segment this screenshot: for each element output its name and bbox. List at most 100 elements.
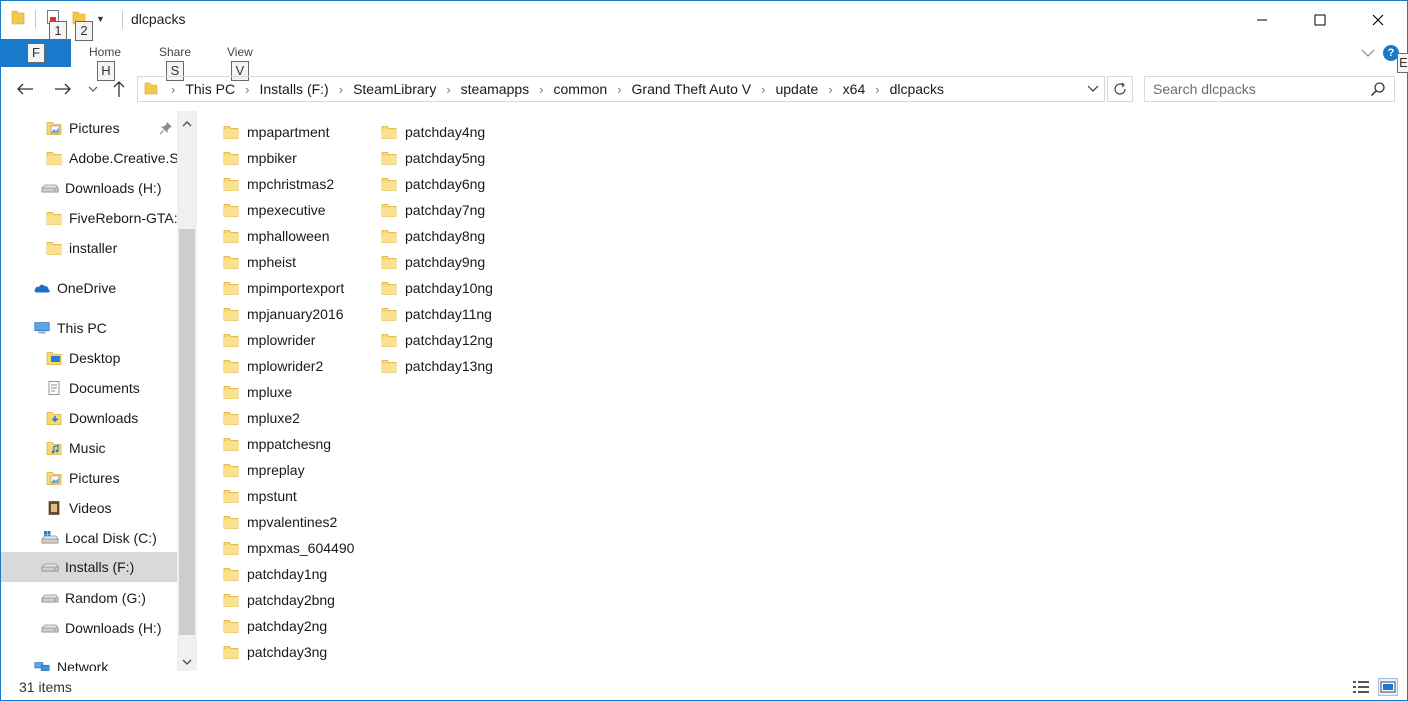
up-button[interactable] [107, 77, 131, 101]
forward-button[interactable] [51, 77, 75, 101]
folder-item[interactable]: patchday12ng [381, 327, 493, 353]
folder-item[interactable]: patchday6ng [381, 171, 485, 197]
sidebar-item-fivereborn-gta[interactable]: FiveReborn-GTA: [1, 203, 177, 233]
chevron-right-icon[interactable]: › [441, 82, 455, 97]
chevron-right-icon[interactable]: › [612, 82, 626, 97]
breadcrumb-item[interactable]: SteamLibrary [348, 81, 441, 97]
folder-item[interactable]: patchday3ng [223, 639, 327, 665]
folder-item[interactable]: mpluxe [223, 379, 292, 405]
folder-item[interactable]: mpvalentines2 [223, 509, 337, 535]
breadcrumb-item[interactable]: update [770, 81, 823, 97]
sidebar-item-random-g[interactable]: Random (G:) [1, 583, 177, 613]
sidebar-item-downloads-h[interactable]: Downloads (H:) [1, 173, 177, 203]
sidebar-item-installer[interactable]: installer [1, 233, 177, 263]
chevron-right-icon[interactable]: › [756, 82, 770, 97]
folder-item[interactable]: mplowrider [223, 327, 315, 353]
folder-item[interactable]: mpxmas_604490 [223, 535, 354, 561]
folder-item[interactable]: mpbiker [223, 145, 297, 171]
folder-item[interactable]: mpstunt [223, 483, 297, 509]
chevron-right-icon[interactable]: › [240, 82, 254, 97]
file-tab[interactable]: F [1, 39, 71, 67]
scroll-up-button[interactable] [177, 113, 197, 135]
folder-item[interactable]: mplowrider2 [223, 353, 323, 379]
refresh-button[interactable] [1107, 76, 1133, 102]
folder-item[interactable]: patchday11ng [381, 301, 492, 327]
breadcrumb-item[interactable]: Grand Theft Auto V [627, 81, 757, 97]
sidebar-item-documents[interactable]: Documents [1, 373, 177, 403]
details-view-button[interactable] [1351, 678, 1371, 696]
expand-ribbon-icon[interactable] [1361, 45, 1375, 61]
folder-name: patchday7ng [405, 202, 486, 218]
search-input[interactable] [1153, 77, 1363, 101]
sidebar-item-network[interactable]: Network [1, 652, 177, 671]
sidebar-item-onedrive[interactable]: OneDrive [1, 273, 177, 303]
chevron-right-icon[interactable]: › [334, 82, 348, 97]
scroll-down-button[interactable] [177, 651, 197, 671]
maximize-button[interactable] [1291, 1, 1349, 39]
navigation-scrollbar[interactable] [177, 111, 197, 671]
chevron-right-icon[interactable]: › [166, 82, 180, 97]
large-icons-view-button[interactable] [1378, 678, 1398, 696]
sidebar-item-desktop[interactable]: Desktop [1, 343, 177, 373]
folder-item[interactable]: patchday2ng [223, 613, 327, 639]
folder-item[interactable]: mpjanuary2016 [223, 301, 344, 327]
sidebar-item-this-pc[interactable]: This PC [1, 313, 177, 343]
tab-view[interactable]: View [227, 45, 253, 59]
breadcrumb-item[interactable]: common [549, 81, 613, 97]
sidebar-item-downloads[interactable]: Downloads [1, 403, 177, 433]
customize-toolbar-icon[interactable]: ▼ [96, 14, 105, 24]
folder-item[interactable]: mpapartment [223, 119, 329, 145]
sidebar-item-pictures[interactable]: Pictures [1, 463, 177, 493]
folder-item[interactable]: patchday2bng [223, 587, 335, 613]
folder-item[interactable]: mpexecutive [223, 197, 326, 223]
folder-item[interactable]: mpimportexport [223, 275, 344, 301]
address-bar[interactable]: › This PC › Installs (F:) › SteamLibrary › stea… [137, 76, 1105, 102]
breadcrumb-item[interactable]: Installs (F:) [254, 81, 333, 97]
search-icon[interactable] [1370, 81, 1386, 100]
folder-item[interactable]: patchday4ng [381, 119, 485, 145]
folder-item[interactable]: patchday1ng [223, 561, 327, 587]
sidebar-item-local-disk-c[interactable]: Local Disk (C:) [1, 523, 177, 553]
folder-name: mpchristmas2 [247, 176, 335, 192]
recent-locations-button[interactable] [83, 77, 103, 101]
folder-item[interactable]: patchday9ng [381, 249, 485, 275]
close-button[interactable] [1349, 1, 1407, 39]
folder-item[interactable]: mpluxe2 [223, 405, 300, 431]
breadcrumb-item[interactable]: This PC [180, 81, 240, 97]
sidebar-item-music[interactable]: Music [1, 433, 177, 463]
sidebar-item-videos[interactable]: Videos [1, 493, 177, 523]
folder-item[interactable]: mpreplay [223, 457, 305, 483]
sidebar-item-label: Downloads (H:) [65, 180, 162, 196]
folder-icon [11, 9, 25, 28]
folder-item[interactable]: patchday13ng [381, 353, 493, 379]
breadcrumb-item[interactable]: dlcpacks [885, 81, 949, 97]
folder-icon [223, 228, 239, 244]
chevron-right-icon[interactable]: › [870, 82, 884, 97]
folder-item[interactable]: patchday5ng [381, 145, 485, 171]
folder-item[interactable]: patchday10ng [381, 275, 493, 301]
folder-icon [381, 332, 397, 348]
folder-item[interactable]: mphalloween [223, 223, 330, 249]
tab-home[interactable]: Home [89, 45, 121, 59]
folder-item[interactable]: mpheist [223, 249, 296, 275]
address-dropdown-button[interactable] [1082, 77, 1104, 101]
sidebar-item-adobe-creative-s[interactable]: Adobe.Creative.S [1, 143, 177, 173]
tab-share[interactable]: Share [159, 45, 191, 59]
breadcrumb-item[interactable]: x64 [838, 81, 871, 97]
breadcrumb-item[interactable]: steamapps [456, 81, 534, 97]
sidebar-item-pictures[interactable]: Pictures [1, 113, 177, 143]
back-button[interactable] [13, 77, 37, 101]
folder-name: mphalloween [247, 228, 330, 244]
chevron-right-icon[interactable]: › [823, 82, 837, 97]
folder-item[interactable]: mppatchesng [223, 431, 331, 457]
folder-item[interactable]: patchday8ng [381, 223, 485, 249]
sidebar-item-downloads-h[interactable]: Downloads (H:) [1, 613, 177, 643]
folder-item[interactable]: mpchristmas2 [223, 171, 334, 197]
pin-icon[interactable] [159, 121, 173, 138]
chevron-right-icon[interactable]: › [534, 82, 548, 97]
sidebar-item-installs-f[interactable]: Installs (F:) [1, 552, 177, 582]
minimize-button[interactable] [1233, 1, 1291, 39]
scrollbar-thumb[interactable] [179, 229, 195, 635]
folder-item[interactable]: patchday7ng [381, 197, 485, 223]
search-box[interactable] [1144, 76, 1395, 102]
